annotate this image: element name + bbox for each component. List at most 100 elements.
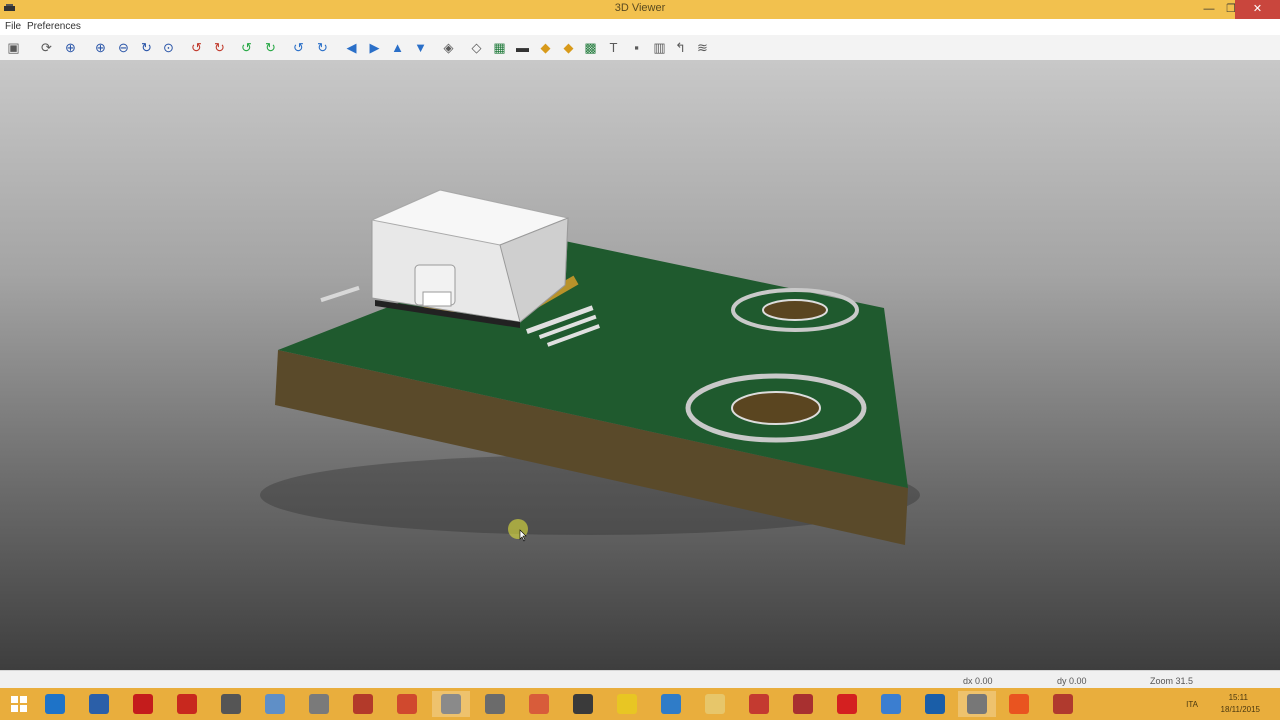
red-app-icon — [133, 694, 153, 714]
realistic-mode-icon[interactable]: ◇ — [468, 39, 485, 56]
windows-logo-icon — [11, 696, 27, 712]
zoom-in-icon[interactable]: ⊕ — [92, 39, 109, 56]
menu-file[interactable]: File — [5, 21, 21, 32]
zoom-auto-icon[interactable]: ⊙ — [160, 39, 177, 56]
usb-connector — [370, 189, 570, 328]
title-bar: 3D Viewer — ❐ ✕ — [0, 0, 1280, 19]
taskbar-app-chip-app[interactable] — [520, 691, 558, 717]
menu-bar: File Preferences — [0, 19, 1280, 35]
orthographic-icon[interactable]: ◈ — [440, 39, 457, 56]
smd-icon[interactable]: ◆ — [537, 39, 554, 56]
pcb-3d-scene[interactable] — [0, 60, 1280, 670]
mounting-hole-2 — [731, 391, 821, 425]
pcb-app-icon — [573, 694, 593, 714]
firefox-icon — [925, 694, 945, 714]
taskbar-app-editor[interactable] — [432, 691, 470, 717]
taskbar-app-viewer-3d[interactable] — [958, 691, 996, 717]
silkscreen-label-left — [320, 285, 360, 303]
rotate-y-ccw-icon[interactable]: ↻ — [262, 39, 279, 56]
status-dy: dy 0.00 — [1057, 676, 1087, 686]
paper-plane-icon — [485, 694, 505, 714]
cube-app-icon — [793, 694, 813, 714]
3d-view-icon[interactable]: ▣ — [5, 39, 22, 56]
rotate-x-cw-icon[interactable]: ↺ — [188, 39, 205, 56]
rotate-y-cw-icon[interactable]: ↺ — [238, 39, 255, 56]
pan-down-icon[interactable]: ▼ — [412, 39, 429, 56]
terminal-app-icon — [221, 694, 241, 714]
taskbar-app-box-app[interactable] — [652, 691, 690, 717]
board-body-icon[interactable]: ▦ — [491, 39, 508, 56]
tray-time[interactable]: 15:11 — [1229, 693, 1248, 702]
taskbar-app-document[interactable] — [256, 691, 294, 717]
zoom-fit-icon[interactable]: ⊕ — [62, 39, 79, 56]
acrobat-icon — [837, 694, 857, 714]
taskbar-app-pdf-reader[interactable] — [388, 691, 426, 717]
rotate-x-ccw-icon[interactable]: ↻ — [211, 39, 228, 56]
solder-paste-icon[interactable]: ▥ — [651, 39, 668, 56]
pan-up-icon[interactable]: ▲ — [389, 39, 406, 56]
tray-date[interactable]: 18/11/2015 — [1221, 705, 1260, 714]
start-button[interactable] — [0, 691, 38, 717]
taskbar-app-schematic-app[interactable] — [344, 691, 382, 717]
tray-language[interactable]: ITA — [1186, 700, 1198, 709]
solder-mask-icon[interactable]: ▪ — [628, 39, 645, 56]
virtual-icon[interactable]: ◆ — [560, 39, 577, 56]
taskbar-app-notes-app[interactable] — [872, 691, 910, 717]
taskbar-app-kicad-gear[interactable] — [1044, 691, 1082, 717]
comments-icon[interactable]: ↰ — [672, 39, 689, 56]
taskbar-app-acrobat[interactable] — [828, 691, 866, 717]
box-app-icon — [661, 694, 681, 714]
viewer-3d-icon — [967, 694, 987, 714]
taskbar-app-terminal-app[interactable] — [212, 691, 250, 717]
taskbar-app-network-app[interactable] — [80, 691, 118, 717]
taskbar-app-tools-app[interactable] — [300, 691, 338, 717]
editor-icon — [441, 694, 461, 714]
gear-app-icon — [749, 694, 769, 714]
internet-explorer-icon — [45, 694, 65, 714]
rotate-z-ccw-icon[interactable]: ↻ — [314, 39, 331, 56]
taskbar-app-paper-plane[interactable] — [476, 691, 514, 717]
taskbar-app-filezilla[interactable] — [168, 691, 206, 717]
kicad-gear-icon — [1053, 694, 1073, 714]
tools-app-icon — [309, 694, 329, 714]
status-dx: dx 0.00 — [963, 676, 993, 686]
system-tray: ITA 15:11 18/11/2015 — [1100, 688, 1280, 720]
network-app-icon — [89, 694, 109, 714]
taskbar-app-gear-app[interactable] — [740, 691, 778, 717]
pan-left-icon[interactable]: ◀ — [343, 39, 360, 56]
schematic-app-icon — [353, 694, 373, 714]
pdf-reader-icon — [397, 694, 417, 714]
3d-viewport[interactable] — [0, 60, 1280, 670]
ubuntu-icon — [1009, 694, 1029, 714]
through-hole-icon[interactable]: ▬ — [514, 39, 531, 56]
taskbar-app-pcb-app[interactable] — [564, 691, 602, 717]
taskbar-app-internet-explorer[interactable] — [36, 691, 74, 717]
taskbar-app-firefox[interactable] — [916, 691, 954, 717]
status-zoom: Zoom 31.5 — [1150, 676, 1194, 686]
menu-preferences[interactable]: Preferences — [27, 21, 81, 32]
pan-right-icon[interactable]: ▶ — [366, 39, 383, 56]
copper-icon[interactable]: ▩ — [582, 39, 599, 56]
notes-app-icon — [881, 694, 901, 714]
filezilla-icon — [177, 694, 197, 714]
zoom-out-icon[interactable]: ⊖ — [115, 39, 132, 56]
taskbar-app-folder[interactable] — [696, 691, 734, 717]
close-button[interactable]: ✕ — [1235, 0, 1280, 19]
redraw-icon[interactable]: ↻ — [138, 39, 155, 56]
reload-icon[interactable]: ⟳ — [38, 39, 55, 56]
document-icon — [265, 694, 285, 714]
taskbar: ITA 15:11 18/11/2015 — [0, 688, 1280, 720]
status-bar: dx 0.00 dy 0.00 Zoom 31.5 — [0, 670, 1280, 689]
chip-app-icon — [529, 694, 549, 714]
toolbar: ▣ ⟳ ⊕ ⊕ ⊖ ↻ ⊙ ↺ ↻ ↺ ↻ ↺ ↻ ◀ ▶ ▲ ▼ ◈ ◇ ▦ ▬ ◆ ◆ ▩ T ▪ ▥ ↰ ≋ — [0, 35, 1280, 61]
silkscreen-icon[interactable]: T — [605, 39, 622, 56]
eco-layers-icon[interactable]: ≋ — [694, 39, 711, 56]
mounting-hole-1 — [762, 299, 828, 321]
taskbar-app-red-app[interactable] — [124, 691, 162, 717]
folder-icon — [705, 694, 725, 714]
taskbar-app-ubuntu[interactable] — [1000, 691, 1038, 717]
taskbar-app-cube-app[interactable] — [784, 691, 822, 717]
rotate-z-cw-icon[interactable]: ↺ — [290, 39, 307, 56]
taskbar-app-puzzle-app[interactable] — [608, 691, 646, 717]
window-title: 3D Viewer — [614, 2, 666, 14]
